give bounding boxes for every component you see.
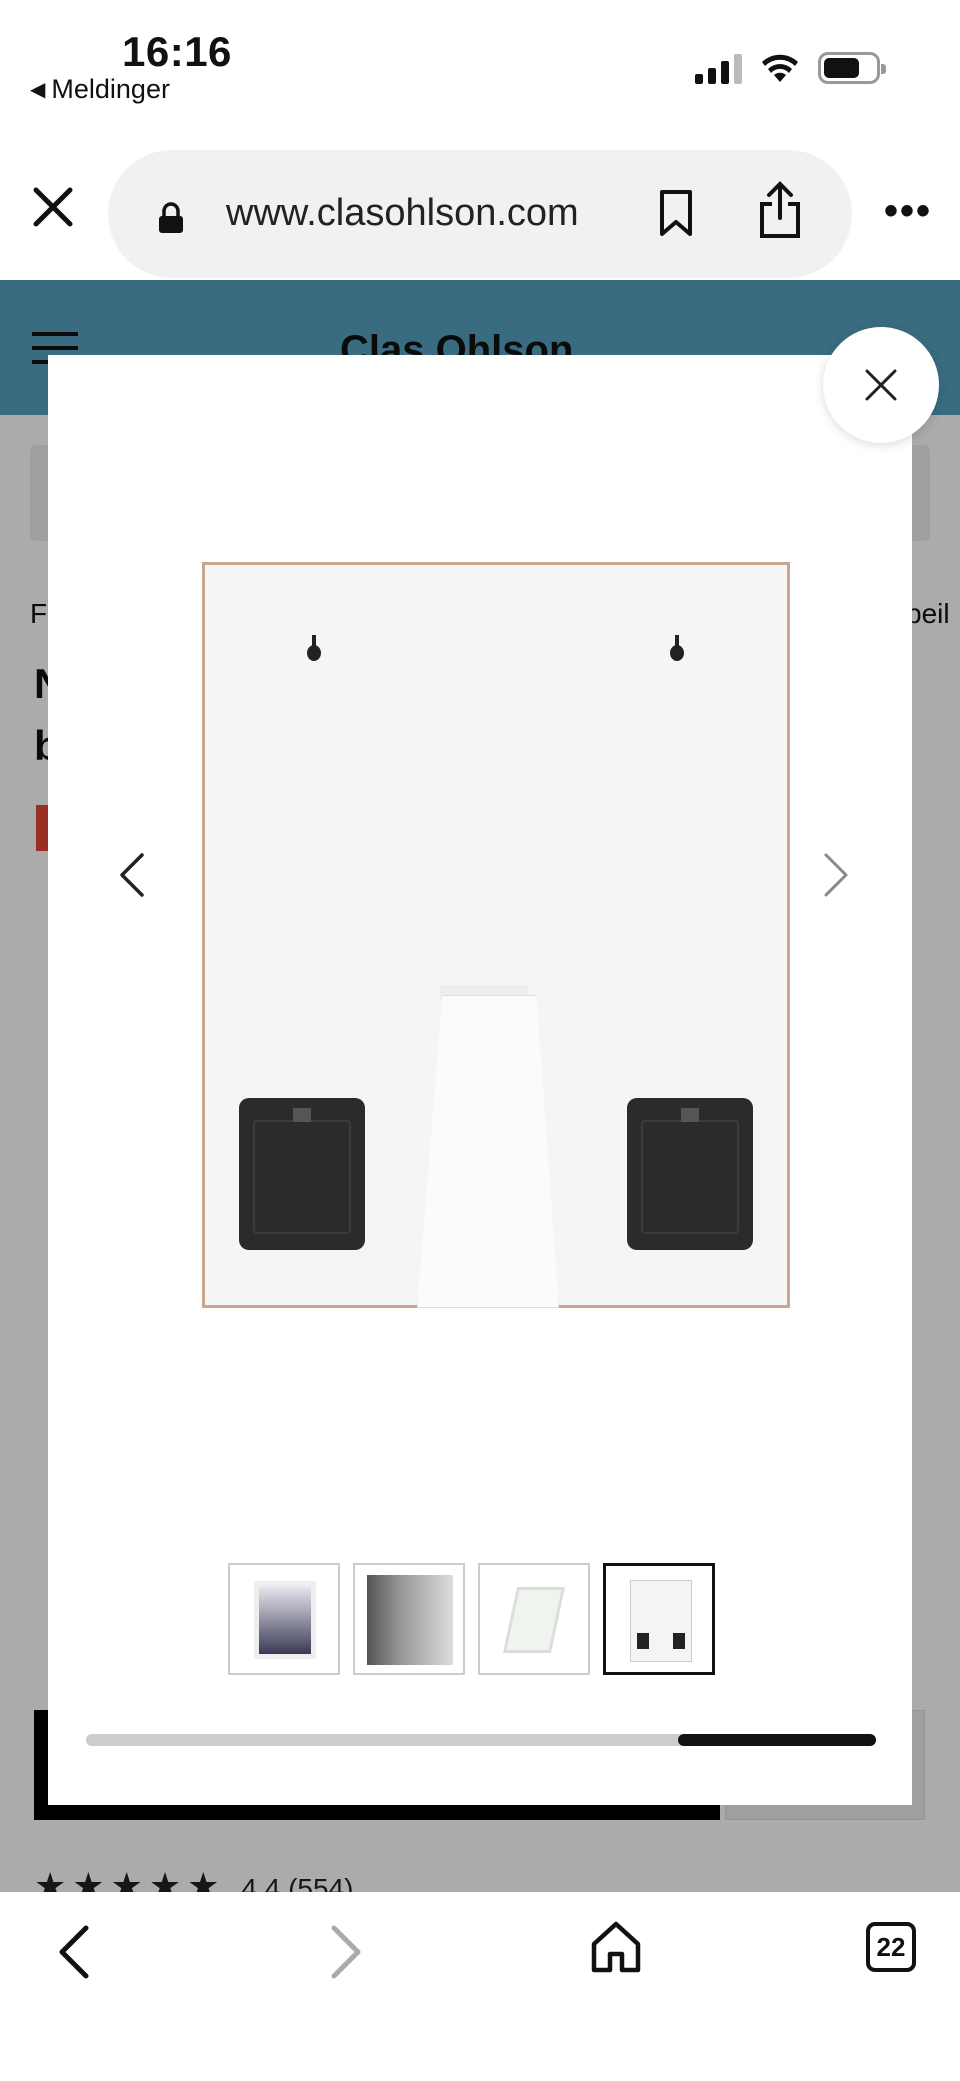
product-image-mirror-back bbox=[202, 562, 790, 1308]
status-bar: 16:16 ◀ Meldinger bbox=[0, 0, 960, 140]
browser-toolbar: 22 bbox=[0, 1892, 960, 2081]
clock: 16:16 bbox=[122, 28, 232, 75]
close-icon bbox=[865, 369, 897, 401]
back-icon[interactable] bbox=[50, 1922, 100, 1982]
wall-hook-right bbox=[670, 635, 684, 665]
system-icons bbox=[695, 52, 886, 84]
previous-image-arrow-icon[interactable] bbox=[108, 835, 158, 915]
lock-icon bbox=[159, 202, 183, 233]
battery-compartment-left bbox=[239, 1098, 365, 1250]
battery-icon bbox=[818, 52, 886, 84]
close-icon[interactable] bbox=[28, 182, 78, 232]
close-modal-button[interactable] bbox=[823, 327, 939, 443]
gallery-scrollbar-thumb[interactable] bbox=[678, 1734, 876, 1746]
bookmark-icon[interactable] bbox=[656, 188, 696, 238]
wifi-icon bbox=[762, 54, 798, 82]
back-to-app-link[interactable]: ◀ Meldinger bbox=[30, 74, 170, 105]
more-icon[interactable]: ••• bbox=[884, 191, 932, 231]
thumbnail-strip bbox=[228, 1563, 715, 1675]
forward-icon[interactable] bbox=[320, 1922, 370, 1982]
thumb-back[interactable] bbox=[603, 1563, 715, 1675]
thumb-side[interactable] bbox=[478, 1563, 590, 1675]
wall-hook-left bbox=[307, 635, 321, 665]
thumb-lifestyle[interactable] bbox=[353, 1563, 465, 1675]
next-image-arrow-icon[interactable] bbox=[810, 835, 860, 915]
address-bar[interactable]: www.clasohlson.com bbox=[108, 150, 852, 278]
url-text: www.clasohlson.com bbox=[226, 192, 579, 234]
browser-address-row: www.clasohlson.com ••• bbox=[0, 140, 960, 280]
back-triangle-icon: ◀ bbox=[30, 79, 46, 101]
signal-icon bbox=[695, 52, 742, 84]
stand-leg bbox=[417, 995, 559, 1308]
battery-compartment-right bbox=[627, 1098, 753, 1250]
thumb-front[interactable] bbox=[228, 1563, 340, 1675]
share-icon[interactable] bbox=[756, 180, 804, 240]
image-gallery-modal bbox=[48, 355, 912, 1805]
back-app-label: Meldinger bbox=[51, 74, 170, 104]
home-icon[interactable] bbox=[590, 1918, 642, 1974]
tabs-icon[interactable]: 22 bbox=[866, 1922, 916, 1972]
gallery-scrollbar[interactable] bbox=[86, 1734, 876, 1746]
